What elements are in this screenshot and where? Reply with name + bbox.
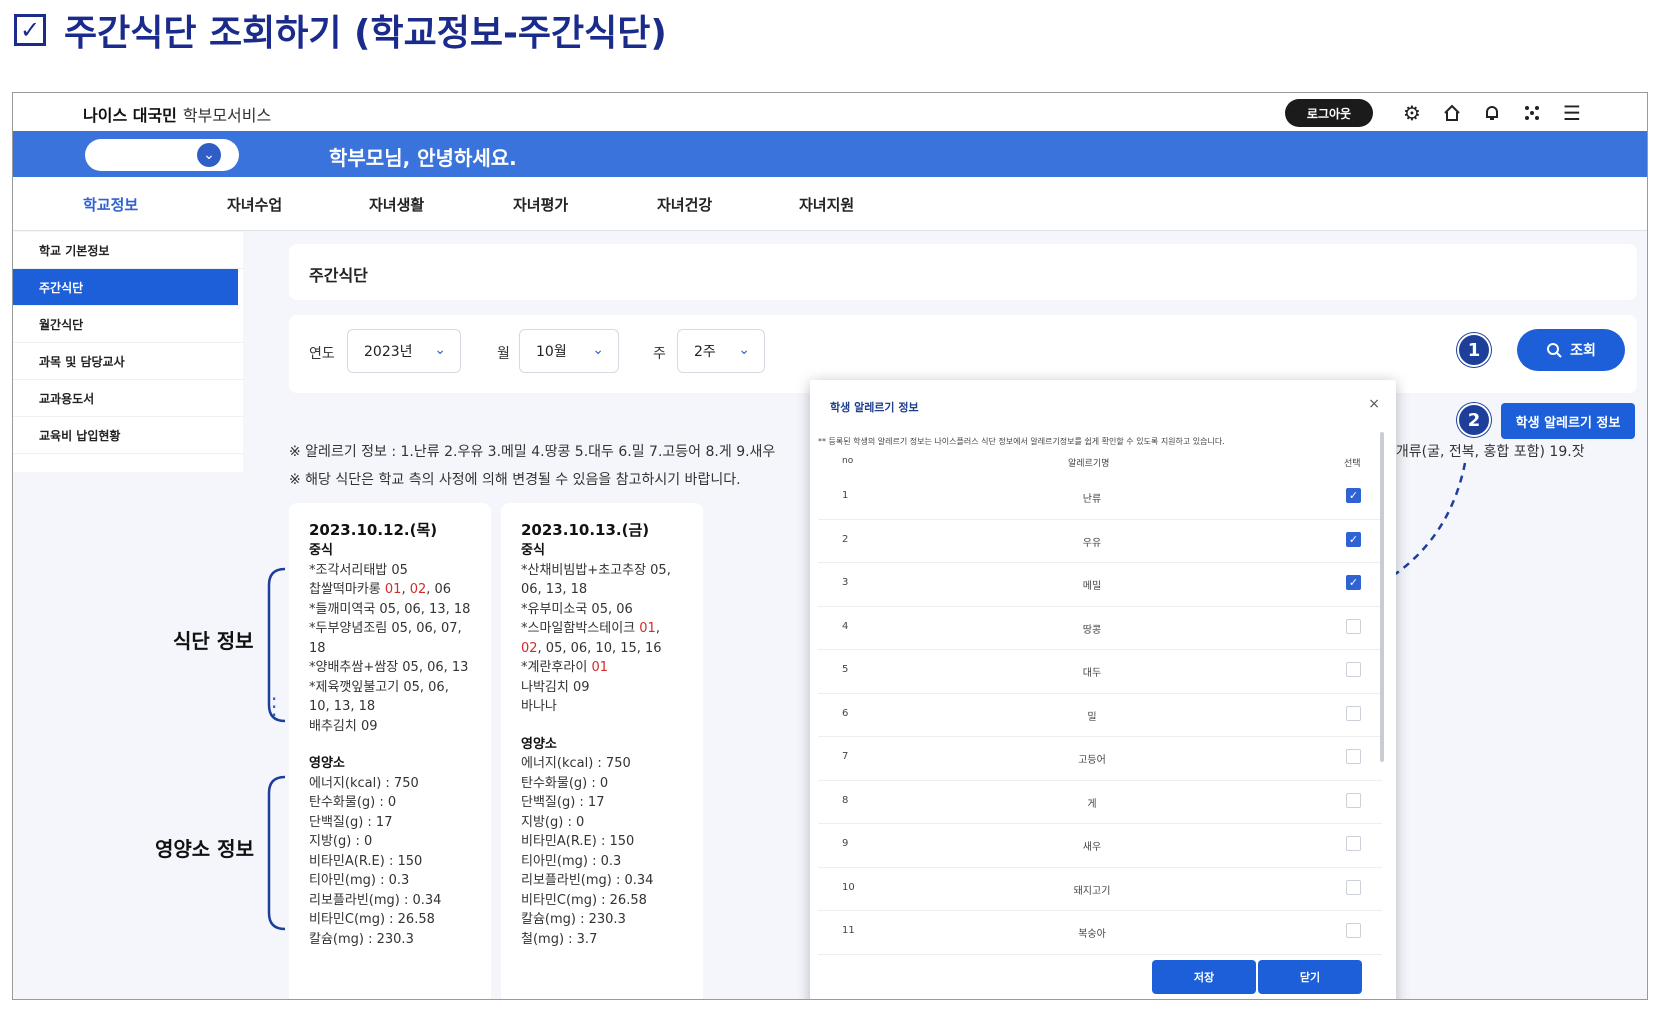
nutrient-item: 비타민C(mg) : 26.58 bbox=[521, 892, 647, 908]
meal-type: 중식 bbox=[309, 543, 333, 558]
menu-item: *조각서리태밥 05 bbox=[309, 562, 408, 578]
meal-type: 중식 bbox=[521, 543, 545, 558]
table-header: no 알레르기명 선택 bbox=[818, 456, 1382, 474]
row-name: 복숭아 bbox=[1078, 929, 1106, 940]
page-heading: ✓ 주간식단 조회하기 (학교정보-주간식단) bbox=[14, 8, 667, 54]
meal-card-1013: 2023.10.13.(금) 중식 *산채비빔밥+초고추장 05, 06, 13… bbox=[501, 503, 703, 999]
menu-item: *계란후라이 01 bbox=[521, 660, 608, 675]
row-checkbox[interactable] bbox=[1346, 618, 1361, 634]
nutrient-item: 리보플라빈(mg) : 0.34 bbox=[521, 873, 654, 888]
heading-title: 주간식단 조회하기 (학교정보-주간식단) bbox=[64, 13, 667, 54]
table-row: 3 메밀 ✓ bbox=[818, 563, 1382, 607]
menu-item: 배추김치 09 bbox=[309, 718, 378, 734]
nutrient-item: 칼슘(mg) : 230.3 bbox=[521, 912, 626, 927]
nutrient-item: 리보플라빈(mg) : 0.34 bbox=[309, 892, 442, 908]
nutrient-item: 비타민A(R.E) : 150 bbox=[309, 853, 423, 869]
row-checkbox[interactable]: ✓ bbox=[1346, 575, 1361, 590]
row-name: 밀 bbox=[1087, 711, 1097, 723]
nutrients-title: 영양소 bbox=[521, 736, 557, 752]
row-name: 돼지고기 bbox=[1073, 885, 1111, 897]
allergy-modal: 학생 알레르기 정보 × ** 등록된 학생의 알레르기 정보는 나이스플러스 … bbox=[810, 380, 1396, 999]
row-name: 메밀 bbox=[1082, 581, 1102, 592]
meal-card-1012: 2023.10.12.(목) 중식 *조각서리태밥 05 찹쌀떡마카롱 01, … bbox=[289, 503, 491, 999]
table-row: 2 우유 ✓ bbox=[818, 520, 1382, 563]
allergy-table: 1 난류 ✓ 2 우유 ✓ 3 메밀 ✓ 4 땅콩 5 대두 6 밀 7 고등어 8 게 9 새우 10 돼지고기 11 복숭아 bbox=[818, 476, 1382, 955]
menu-item: *산채비빔밥+초고추장 05, bbox=[521, 562, 671, 578]
table-row: 7 고등어 bbox=[818, 737, 1382, 781]
table-row: 6밀 bbox=[818, 694, 1382, 737]
nutrient-item: 비타민C(mg) : 26.58 bbox=[309, 912, 435, 927]
row-checkbox[interactable] bbox=[1346, 836, 1361, 851]
col-name: 알레르기명 bbox=[1068, 459, 1110, 469]
row-name: 난류 bbox=[1082, 494, 1102, 505]
menu-item: *양배추쌈+쌈장 05, 06, 13 bbox=[309, 660, 469, 675]
nutrient-item: 에너지(kcal) : 750 bbox=[309, 775, 419, 791]
row-checkbox[interactable] bbox=[1346, 749, 1361, 764]
nutrients-title: 영양소 bbox=[309, 756, 345, 771]
row-checkbox[interactable] bbox=[1346, 923, 1361, 938]
row-name: 게 bbox=[1087, 798, 1097, 810]
row-checkbox[interactable]: ✓ bbox=[1346, 531, 1361, 547]
menu-item: 찹쌀떡마카롱 01, 02, 06 bbox=[309, 582, 452, 597]
row-name: 고등어 bbox=[1078, 755, 1106, 766]
menu-item: *유부미소국 05, 06 bbox=[521, 601, 633, 617]
table-row: 4 땅콩 bbox=[818, 607, 1382, 650]
nutrient-item: 단백질(g) : 17 bbox=[309, 814, 393, 830]
row-checkbox[interactable] bbox=[1346, 705, 1361, 721]
nutrient-item: 에너지(kcal) : 750 bbox=[521, 756, 631, 771]
table-row: 1 난류 ✓ bbox=[818, 476, 1382, 520]
nutrient-item: 지방(g) : 0 bbox=[521, 814, 585, 830]
nutrient-item: 단백질(g) : 17 bbox=[521, 795, 605, 810]
checkbox-icon: ✓ bbox=[14, 14, 46, 46]
row-checkbox[interactable] bbox=[1346, 662, 1361, 677]
table-row: 5 대두 bbox=[818, 650, 1382, 694]
col-select: 선택 bbox=[1344, 459, 1361, 469]
nutrient-item: 탄수화물(g) : 0 bbox=[521, 775, 609, 791]
menu-item: 10, 13, 18 bbox=[309, 699, 376, 714]
row-name: 땅콩 bbox=[1082, 624, 1102, 636]
save-button[interactable]: 저장 bbox=[1152, 960, 1256, 994]
table-row: 11 복숭아 bbox=[818, 911, 1382, 955]
app-window: 나이스 대국민 학부모서비스 로그아웃 ⚙ ☰ ⌄ 학부모님, 안녕하세요. 학교… bbox=[12, 92, 1648, 1000]
nutrient-item: 탄수화물(g) : 0 bbox=[309, 795, 397, 810]
modal-note: ** 등록된 학생의 알레르기 정보는 나이스플러스 식단 정보에서 알레르기정… bbox=[818, 437, 1225, 446]
table-row: 10 돼지고기 bbox=[818, 868, 1382, 911]
row-name: 대두 bbox=[1082, 668, 1102, 679]
menu-item: 06, 13, 18 bbox=[521, 582, 588, 597]
menu-item: 02, 05, 06, 10, 15, 16 bbox=[521, 640, 662, 656]
menu-item: *제육깻잎불고기 05, 06, bbox=[309, 679, 449, 695]
close-icon[interactable]: × bbox=[1368, 396, 1380, 412]
meal-date: 2023.10.13.(금) bbox=[521, 521, 650, 539]
menu-item: *스마일함박스테이크 01, bbox=[521, 621, 660, 636]
row-checkbox[interactable]: ✓ bbox=[1346, 488, 1361, 503]
row-name: 우유 bbox=[1082, 537, 1102, 549]
menu-item: 나박김치 09 bbox=[521, 679, 590, 695]
nutrient-item: 티아민(mg) : 0.3 bbox=[309, 873, 410, 888]
menu-item: *들깨미역국 05, 06, 13, 18 bbox=[309, 601, 471, 617]
menu-item: 18 bbox=[309, 640, 326, 656]
nutrient-item: 지방(g) : 0 bbox=[309, 834, 373, 849]
nutrient-item: 비타민A(R.E) : 150 bbox=[521, 834, 635, 849]
table-row: 8게 bbox=[818, 781, 1382, 824]
close-button[interactable]: 닫기 bbox=[1258, 960, 1362, 994]
row-name: 새우 bbox=[1082, 842, 1102, 853]
scrollbar[interactable] bbox=[1380, 432, 1384, 762]
nutrient-item: 칼슘(mg) : 230.3 bbox=[309, 931, 414, 947]
meal-date: 2023.10.12.(목) bbox=[309, 521, 438, 539]
modal-title: 학생 알레르기 정보 bbox=[830, 401, 919, 414]
row-checkbox[interactable] bbox=[1346, 879, 1361, 895]
nutrient-item: 철(mg) : 3.7 bbox=[521, 931, 598, 947]
row-checkbox[interactable] bbox=[1346, 792, 1361, 808]
nutrient-item: 티아민(mg) : 0.3 bbox=[521, 853, 622, 869]
menu-item: 바나나 bbox=[521, 699, 557, 714]
menu-item: *두부양념조림 05, 06, 07, bbox=[309, 621, 462, 636]
table-row: 9 새우 bbox=[818, 824, 1382, 868]
col-no: no bbox=[842, 456, 854, 466]
